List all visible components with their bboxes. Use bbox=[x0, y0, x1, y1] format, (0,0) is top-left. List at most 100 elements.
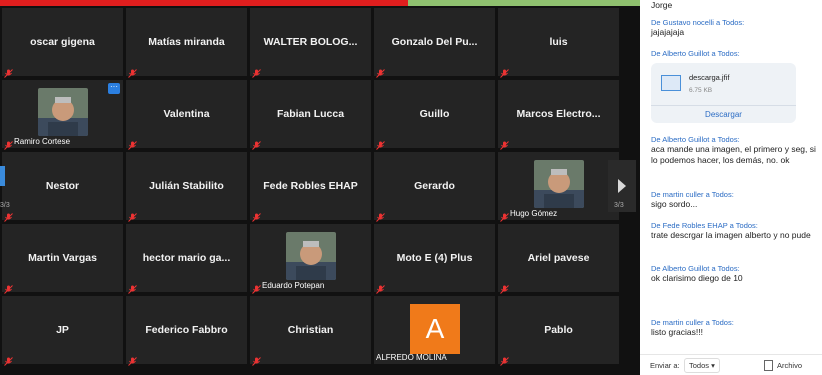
participant-name: Eduardo Potepan bbox=[262, 281, 325, 290]
chat-panel: Jorge De Gustavo nocelli a Todos: jajaja… bbox=[640, 0, 822, 375]
page-indicator-left: 3/3 bbox=[0, 202, 10, 209]
participant-tile[interactable]: Fede Robles EHAP bbox=[250, 152, 371, 222]
participant-tile[interactable]: oscar gigena bbox=[2, 8, 123, 78]
muted-mic-icon bbox=[500, 353, 509, 366]
participant-tile[interactable]: Christian bbox=[250, 296, 371, 366]
participant-name: Matías miranda bbox=[148, 36, 225, 48]
muted-mic-icon bbox=[128, 65, 137, 78]
participant-video bbox=[534, 160, 584, 208]
chat-sender: De Gustavo nocelli a Todos: bbox=[651, 18, 745, 27]
muted-mic-icon bbox=[128, 353, 137, 366]
participant-name: Fabian Lucca bbox=[276, 108, 345, 120]
participant-tile[interactable]: WALTER BOLOG... bbox=[250, 8, 371, 78]
participant-name: JP bbox=[56, 324, 69, 336]
muted-mic-icon bbox=[252, 65, 261, 78]
participant-video bbox=[286, 232, 336, 280]
gallery-grid: oscar gigena Matías miranda WALTER BOLOG..… bbox=[0, 6, 640, 375]
image-file-icon bbox=[661, 75, 681, 91]
participant-tile[interactable]: Valentina bbox=[126, 80, 247, 150]
muted-mic-icon bbox=[128, 281, 137, 294]
participant-tile[interactable]: Gonzalo Del Pu... bbox=[374, 8, 495, 78]
participant-tile[interactable]: Moto E (4) Plus bbox=[374, 224, 495, 294]
participant-tile[interactable]: hector mario ga... bbox=[126, 224, 247, 294]
participant-name: Nestor bbox=[45, 180, 80, 192]
send-to-label: Enviar a: bbox=[650, 361, 680, 370]
chat-sender: De Alberto Guillot a Todos: bbox=[651, 264, 740, 273]
chat-message: De martin culler a Todos: sigo sordo... bbox=[651, 190, 817, 210]
participant-name: Gonzalo Del Pu... bbox=[391, 36, 478, 48]
participant-tile[interactable]: Fabian Lucca bbox=[250, 80, 371, 150]
participant-tile[interactable]: Martin Vargas bbox=[2, 224, 123, 294]
chat-sender: De martin culler a Todos: bbox=[651, 190, 734, 199]
file-name: descarga.jfif bbox=[689, 73, 730, 82]
participant-tile[interactable]: Eduardo Potepan bbox=[250, 224, 371, 294]
muted-mic-icon bbox=[4, 65, 13, 78]
participant-name: Marcos Electro... bbox=[516, 108, 601, 120]
chat-text: sigo sordo... bbox=[651, 199, 698, 209]
muted-mic-icon bbox=[252, 353, 261, 366]
participant-tile[interactable]: JP bbox=[2, 296, 123, 366]
chat-message: De martin culler a Todos: listo gracias!… bbox=[651, 318, 817, 338]
chat-text: jajajajaja bbox=[651, 27, 685, 37]
muted-mic-icon bbox=[4, 353, 13, 366]
participant-name: Martin Vargas bbox=[28, 252, 97, 264]
participant-tile[interactable]: Federico Fabbro bbox=[126, 296, 247, 366]
chat-message: De Alberto Guillot a Todos: ok clarisimo… bbox=[651, 264, 817, 284]
chevron-right-icon bbox=[618, 179, 626, 193]
send-file-button[interactable]: Archivo bbox=[764, 360, 802, 371]
chat-message: De Gustavo nocelli a Todos: jajajajaja bbox=[651, 18, 817, 38]
participant-name: Julián Stabilito bbox=[149, 180, 224, 192]
participant-name: oscar gigena bbox=[30, 36, 95, 48]
participant-tile[interactable]: Ariel pavese bbox=[498, 224, 619, 294]
participant-tile[interactable]: Ramiro Cortese ··· bbox=[2, 80, 123, 150]
muted-mic-icon bbox=[500, 209, 509, 222]
recipient-value: Todos bbox=[689, 361, 710, 370]
chat-sender: De martin culler a Todos: bbox=[651, 318, 734, 327]
participant-name: Pablo bbox=[544, 324, 573, 336]
muted-mic-icon bbox=[252, 281, 261, 294]
participant-name: WALTER BOLOG... bbox=[263, 36, 358, 48]
muted-mic-icon bbox=[4, 137, 13, 150]
participant-tile[interactable]: Pablo bbox=[498, 296, 619, 366]
participant-name: Hugo Gómez bbox=[510, 209, 558, 218]
chat-top-text: Jorge bbox=[651, 0, 673, 10]
chat-text: ok clarisimo diego de 10 bbox=[651, 273, 743, 283]
chat-text: listo gracias!!! bbox=[651, 327, 703, 337]
chat-footer: Enviar a: Todos ▾ Archivo bbox=[640, 354, 822, 375]
participant-name: Federico Fabbro bbox=[145, 324, 228, 336]
chevron-down-icon: ▾ bbox=[711, 361, 715, 370]
muted-mic-icon bbox=[376, 65, 385, 78]
participant-name: Valentina bbox=[163, 108, 210, 120]
participant-tile[interactable]: luis bbox=[498, 8, 619, 78]
recipient-select[interactable]: Todos ▾ bbox=[684, 358, 720, 373]
more-options-button[interactable]: ··· bbox=[108, 83, 120, 94]
chat-message: De Alberto Guillot a Todos: bbox=[651, 49, 817, 58]
participant-tile[interactable]: Hugo Gómez bbox=[498, 152, 619, 222]
previous-page-button[interactable] bbox=[0, 166, 5, 186]
participant-name: Fede Robles EHAP bbox=[263, 180, 358, 192]
muted-mic-icon bbox=[252, 137, 261, 150]
participant-name: Gerardo bbox=[414, 180, 455, 192]
participant-video bbox=[38, 88, 88, 136]
muted-mic-icon bbox=[4, 209, 13, 222]
file-attachment: descarga.jfif 6.75 KB Descargar bbox=[651, 63, 796, 123]
chat-sender: De Alberto Guillot a Todos: bbox=[651, 49, 740, 58]
download-button[interactable]: Descargar bbox=[651, 105, 796, 124]
participant-name: Moto E (4) Plus bbox=[396, 252, 473, 264]
participant-tile[interactable]: Matías miranda bbox=[126, 8, 247, 78]
chat-message: De Alberto Guillot a Todos: aca mande un… bbox=[651, 135, 817, 166]
participant-tile[interactable]: A ALFREDO MOLINA bbox=[374, 296, 495, 364]
participant-tile[interactable]: Julián Stabilito bbox=[126, 152, 247, 222]
muted-mic-icon bbox=[376, 209, 385, 222]
page-indicator-right: 3/3 bbox=[614, 202, 624, 209]
document-icon bbox=[764, 360, 773, 371]
muted-mic-icon bbox=[4, 281, 13, 294]
participant-tile[interactable]: Gerardo bbox=[374, 152, 495, 222]
participant-tile[interactable]: Marcos Electro... bbox=[498, 80, 619, 150]
participant-tile[interactable]: Nestor bbox=[2, 152, 123, 222]
muted-mic-icon bbox=[376, 137, 385, 150]
chat-sender: De Fede Robles EHAP a Todos: bbox=[651, 221, 758, 230]
chat-text: trate descrgar la imagen alberto y no pu… bbox=[651, 230, 811, 240]
muted-mic-icon bbox=[128, 137, 137, 150]
participant-tile[interactable]: Guillo bbox=[374, 80, 495, 150]
